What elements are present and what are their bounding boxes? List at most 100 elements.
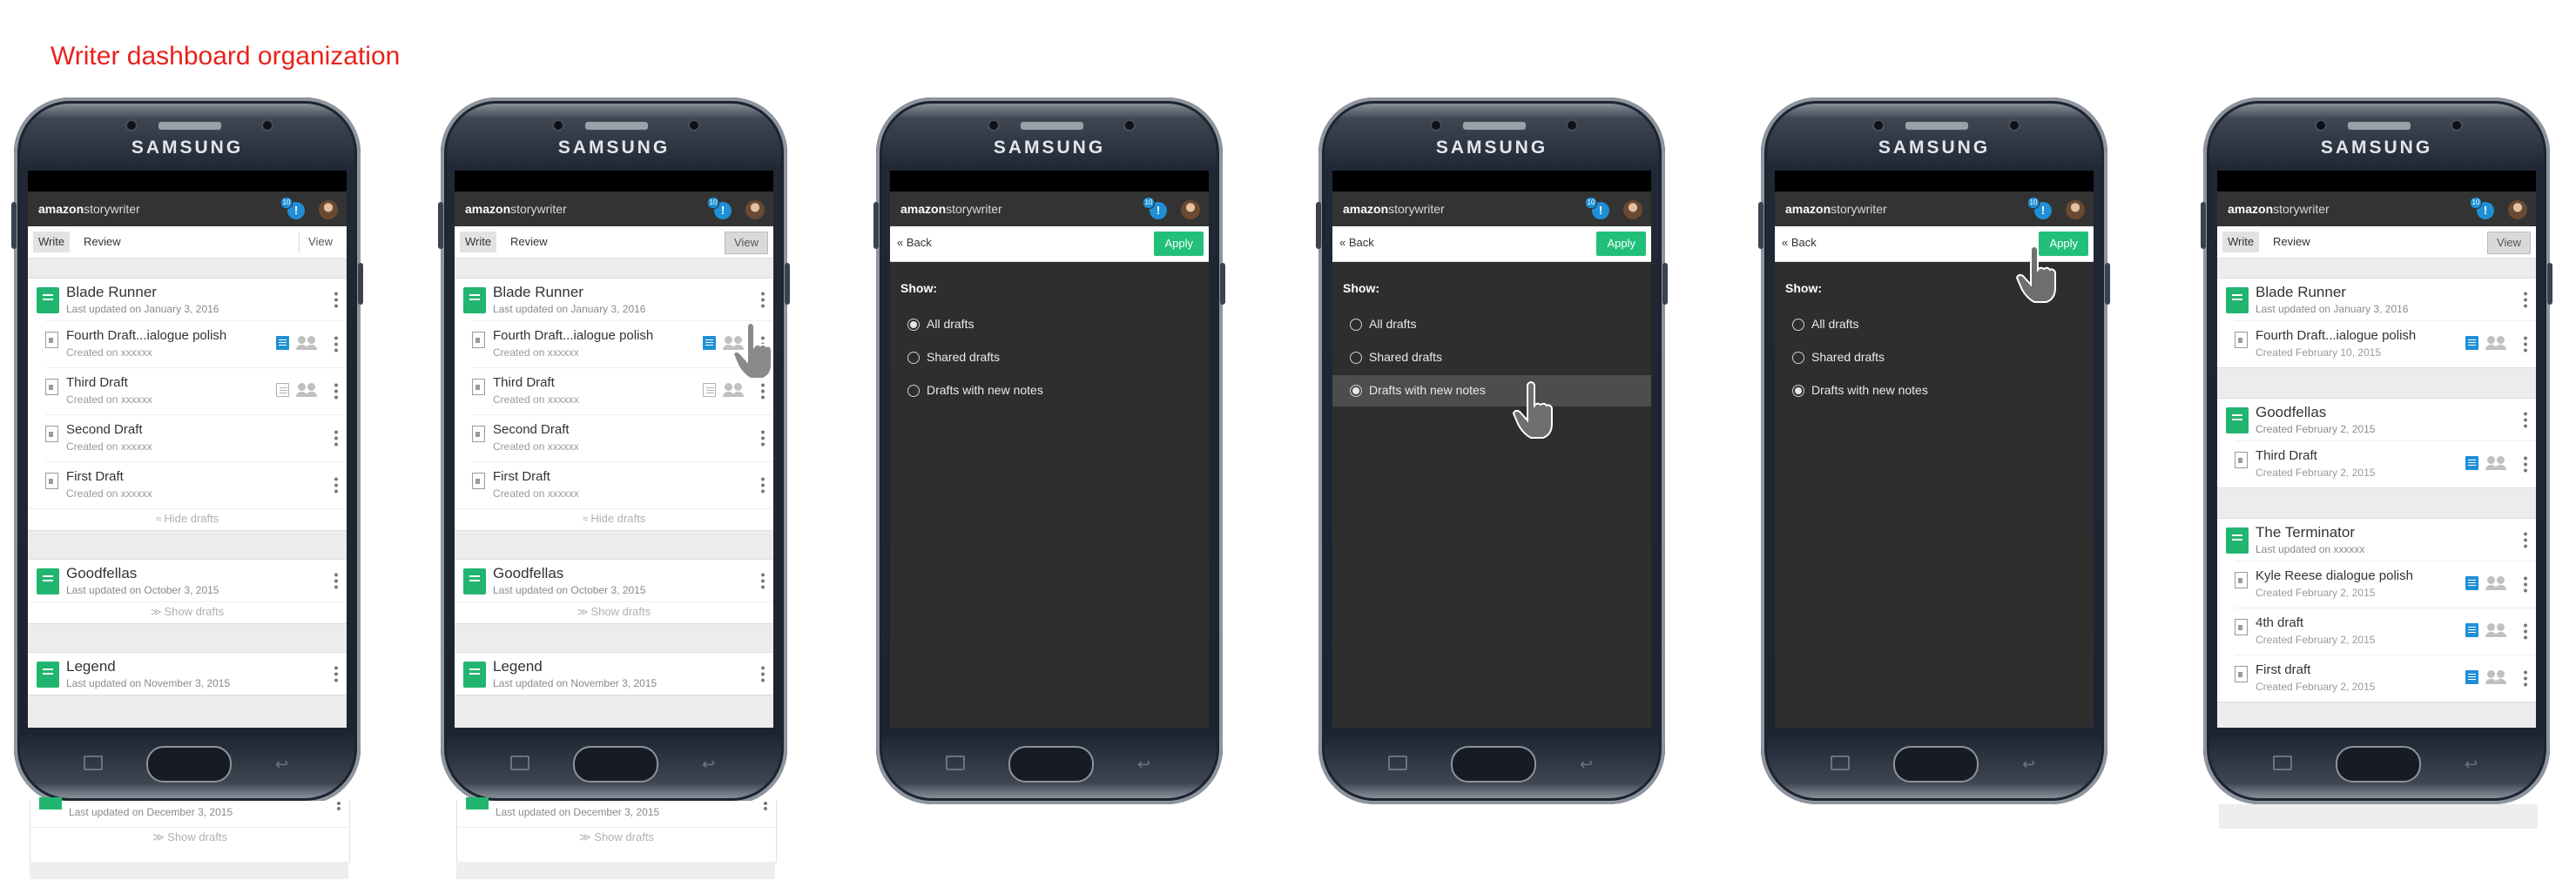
option-shared-drafts[interactable]: Shared drafts <box>1332 342 1651 373</box>
draft-row[interactable]: Fourth Draft...ialogue polish Created Fe… <box>2235 320 2536 367</box>
more-options-icon[interactable] <box>2524 531 2527 548</box>
more-options-icon[interactable] <box>2524 622 2527 640</box>
radio-unselected[interactable] <box>1350 319 1362 331</box>
back-button[interactable]: « Back <box>1339 236 1374 249</box>
project-card[interactable]: Goodfellas Last updated on October 3, 20… <box>28 559 347 624</box>
notifications-button[interactable]: ! 10 <box>2470 197 2494 219</box>
radio-unselected[interactable] <box>1792 352 1804 364</box>
notifications-button[interactable]: ! 10 <box>1143 197 1167 219</box>
shared-users-icon[interactable] <box>723 383 744 397</box>
radio-unselected[interactable] <box>1350 352 1362 364</box>
show-drafts-toggle[interactable]: ≫ Show drafts <box>455 601 773 623</box>
more-options-icon[interactable] <box>761 572 765 589</box>
option-shared-drafts[interactable]: Shared drafts <box>1775 342 2094 373</box>
hide-drafts-toggle[interactable]: ≈ Hide drafts <box>455 508 773 530</box>
draft-row[interactable]: Fourth Draft...ialogue polish Created on… <box>45 320 347 367</box>
shared-users-icon[interactable] <box>2485 576 2506 590</box>
notes-icon[interactable] <box>703 383 716 397</box>
option-all-drafts[interactable]: All drafts <box>1332 309 1651 340</box>
view-button[interactable]: View <box>299 232 341 252</box>
tab-review[interactable]: Review <box>505 232 553 252</box>
shared-users-icon[interactable] <box>296 336 317 350</box>
radio-selected[interactable] <box>1350 385 1362 397</box>
radio-selected[interactable] <box>1792 385 1804 397</box>
avatar[interactable] <box>319 200 338 219</box>
apply-button[interactable]: Apply <box>2039 232 2088 256</box>
notifications-button[interactable]: ! 10 <box>707 197 732 219</box>
draft-row[interactable]: First Draft Created on xxxxxx <box>472 461 773 508</box>
option-new-notes[interactable]: Drafts with new notes <box>1775 375 2094 406</box>
option-new-notes[interactable]: Drafts with new notes <box>890 375 1209 406</box>
option-all-drafts[interactable]: All drafts <box>890 309 1209 340</box>
avatar[interactable] <box>1181 200 1200 219</box>
draft-row[interactable]: First Draft Created on xxxxxx <box>45 461 347 508</box>
show-drafts-toggle[interactable]: ≫ Show drafts <box>28 601 347 623</box>
project-card[interactable]: Blade Runner Last updated on January 3, … <box>455 278 773 531</box>
tab-review[interactable]: Review <box>78 232 126 252</box>
view-button[interactable]: View <box>2487 232 2531 254</box>
avatar[interactable] <box>745 200 765 219</box>
project-card[interactable]: Legend Last updated on November 3, 2015 <box>28 652 347 695</box>
more-options-icon[interactable] <box>761 476 765 494</box>
shared-users-icon[interactable] <box>2485 670 2506 684</box>
back-button[interactable]: « Back <box>897 236 932 249</box>
radio-unselected[interactable] <box>907 385 920 397</box>
draft-row[interactable]: 4th draft Created February 2, 2015 <box>2235 608 2536 655</box>
radio-unselected[interactable] <box>1792 319 1804 331</box>
project-card[interactable]: Legend Last updated on November 3, 2015 <box>455 652 773 695</box>
more-options-icon[interactable] <box>2524 411 2527 428</box>
shared-users-icon[interactable] <box>723 336 744 350</box>
draft-row[interactable]: Third Draft Created on xxxxxx <box>472 367 773 414</box>
more-options-icon[interactable] <box>2524 575 2527 593</box>
draft-row[interactable]: Fourth Draft...ialogue polish Created on… <box>472 320 773 367</box>
project-card[interactable]: The Terminator Last updated on xxxxxx Ky… <box>2217 518 2536 702</box>
notifications-button[interactable]: ! 10 <box>280 197 305 219</box>
shared-users-icon[interactable] <box>2485 336 2506 350</box>
more-options-icon[interactable] <box>334 665 338 682</box>
option-new-notes[interactable]: Drafts with new notes <box>1332 375 1651 406</box>
apply-button[interactable]: Apply <box>1154 232 1204 256</box>
view-button[interactable]: View <box>725 232 768 254</box>
project-card[interactable]: Blade Runner Last updated on January 3, … <box>28 278 347 531</box>
tab-write[interactable]: Write <box>2222 232 2260 252</box>
tab-review[interactable]: Review <box>2268 232 2316 252</box>
avatar[interactable] <box>2066 200 2085 219</box>
option-all-drafts[interactable]: All drafts <box>1775 309 2094 340</box>
notes-icon[interactable] <box>276 383 289 397</box>
tab-write[interactable]: Write <box>33 232 71 252</box>
avatar[interactable] <box>2508 200 2527 219</box>
more-options-icon[interactable] <box>761 382 765 400</box>
more-options-icon[interactable] <box>2524 291 2527 308</box>
more-options-icon[interactable] <box>761 665 765 682</box>
notes-icon[interactable] <box>2465 623 2478 637</box>
project-card[interactable]: Blade Runner Last updated on January 3, … <box>2217 278 2536 368</box>
draft-row[interactable]: Third Draft Created on xxxxxx <box>45 367 347 414</box>
more-options-icon[interactable] <box>2524 669 2527 687</box>
radio-unselected[interactable] <box>907 352 920 364</box>
notes-icon[interactable] <box>2465 670 2478 684</box>
notifications-button[interactable]: ! 10 <box>1585 197 1609 219</box>
more-options-icon[interactable] <box>761 335 765 353</box>
more-options-icon[interactable] <box>761 429 765 447</box>
notes-icon[interactable] <box>703 336 716 350</box>
more-options-icon[interactable] <box>761 291 765 308</box>
draft-row[interactable]: Kyle Reese dialogue polish Created Febru… <box>2235 561 2536 608</box>
shared-users-icon[interactable] <box>2485 623 2506 637</box>
notes-icon[interactable] <box>2465 576 2478 590</box>
tab-write[interactable]: Write <box>460 232 497 252</box>
more-options-icon[interactable] <box>334 335 338 353</box>
shared-users-icon[interactable] <box>2485 456 2506 470</box>
project-card[interactable]: Goodfellas Created February 2, 2015 Thir… <box>2217 398 2536 488</box>
notifications-button[interactable]: ! 10 <box>2027 197 2052 219</box>
more-options-icon[interactable] <box>2524 335 2527 353</box>
draft-row[interactable]: Third Draft Created February 2, 2015 <box>2235 440 2536 487</box>
draft-row[interactable]: First draft Created February 2, 2015 <box>2235 655 2536 702</box>
more-options-icon[interactable] <box>2524 455 2527 473</box>
radio-selected[interactable] <box>907 319 920 331</box>
notes-icon[interactable] <box>276 336 289 350</box>
more-options-icon[interactable] <box>334 382 338 400</box>
shared-users-icon[interactable] <box>296 383 317 397</box>
hide-drafts-toggle[interactable]: ≈ Hide drafts <box>28 508 347 530</box>
more-options-icon[interactable] <box>334 572 338 589</box>
draft-row[interactable]: Second Draft Created on xxxxxx <box>45 414 347 461</box>
